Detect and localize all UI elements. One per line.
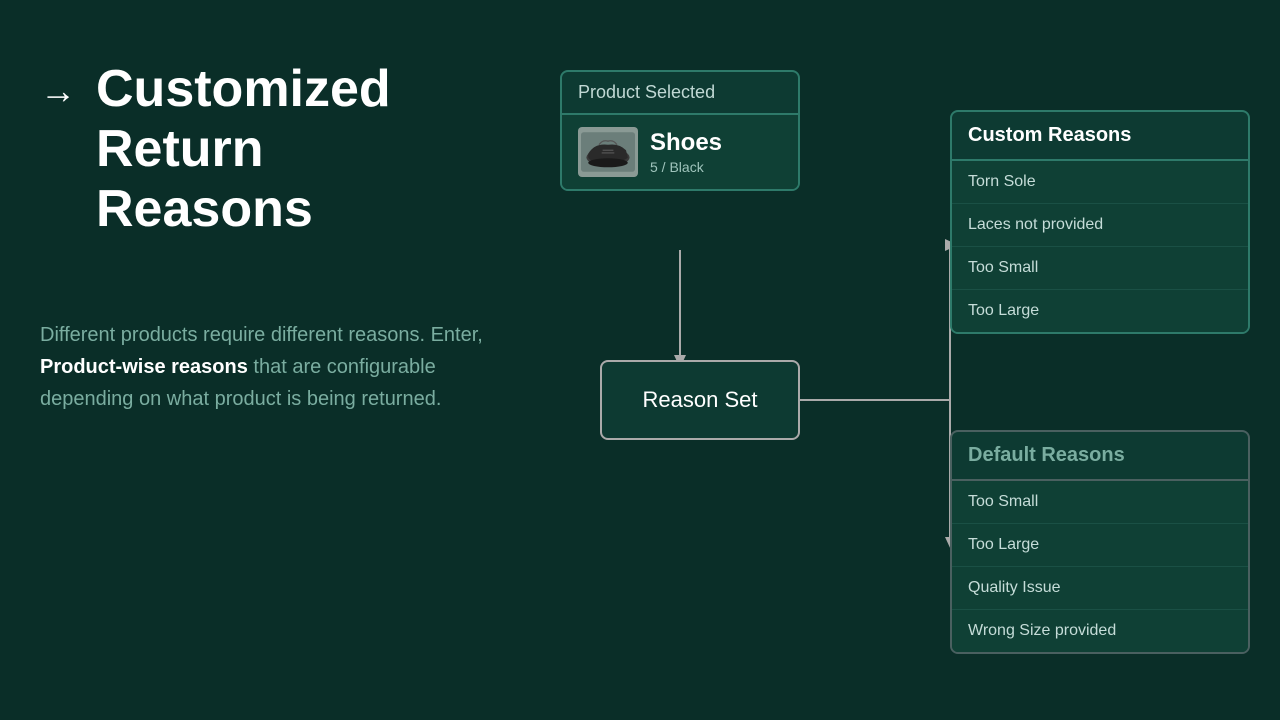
shoe-image (578, 127, 638, 177)
reason-set-box: Reason Set (600, 360, 800, 440)
default-reason-item-1: Too Large (952, 524, 1248, 567)
default-reason-item-3: Wrong Size provided (952, 610, 1248, 652)
default-reasons-header: Default Reasons (952, 432, 1248, 481)
main-title: Customized Return Reasons (96, 60, 391, 239)
custom-reasons-header: Custom Reasons (952, 112, 1248, 161)
title-line1: Customized (96, 60, 391, 118)
left-section: → Customized Return Reasons Different pr… (40, 60, 500, 415)
custom-reasons-list: Torn Sole Laces not provided Too Small T… (952, 161, 1248, 332)
default-reasons-list: Too Small Too Large Quality Issue Wrong … (952, 481, 1248, 652)
arrow-icon: → (40, 70, 76, 112)
title-line3: Reasons (96, 180, 313, 238)
product-selected-box: Product Selected Shoes 5 / Black (560, 70, 800, 191)
desc-bold: Product-wise reasons (40, 356, 248, 378)
diagram-area: Product Selected Shoes 5 / Black (530, 50, 1250, 710)
product-selected-header: Product Selected (562, 72, 798, 115)
custom-reason-item-2: Too Small (952, 247, 1248, 290)
default-reasons-box: Default Reasons Too Small Too Large Qual… (950, 430, 1250, 654)
product-box-content: Shoes 5 / Black (562, 115, 798, 189)
title-line2: Return (96, 120, 264, 178)
default-reason-item-0: Too Small (952, 481, 1248, 524)
desc-part1: Different products require different rea… (40, 324, 483, 346)
custom-reason-item-3: Too Large (952, 290, 1248, 332)
description-text: Different products require different rea… (40, 319, 500, 415)
product-name: Shoes (650, 129, 722, 157)
reason-set-label: Reason Set (643, 387, 758, 413)
arrow-title-group: → Customized Return Reasons (40, 60, 500, 239)
custom-reason-item-1: Laces not provided (952, 204, 1248, 247)
product-variant: 5 / Black (650, 159, 722, 175)
custom-reason-item-0: Torn Sole (952, 161, 1248, 204)
default-reason-item-2: Quality Issue (952, 567, 1248, 610)
product-info: Shoes 5 / Black (650, 129, 722, 175)
custom-reasons-box: Custom Reasons Torn Sole Laces not provi… (950, 110, 1250, 334)
